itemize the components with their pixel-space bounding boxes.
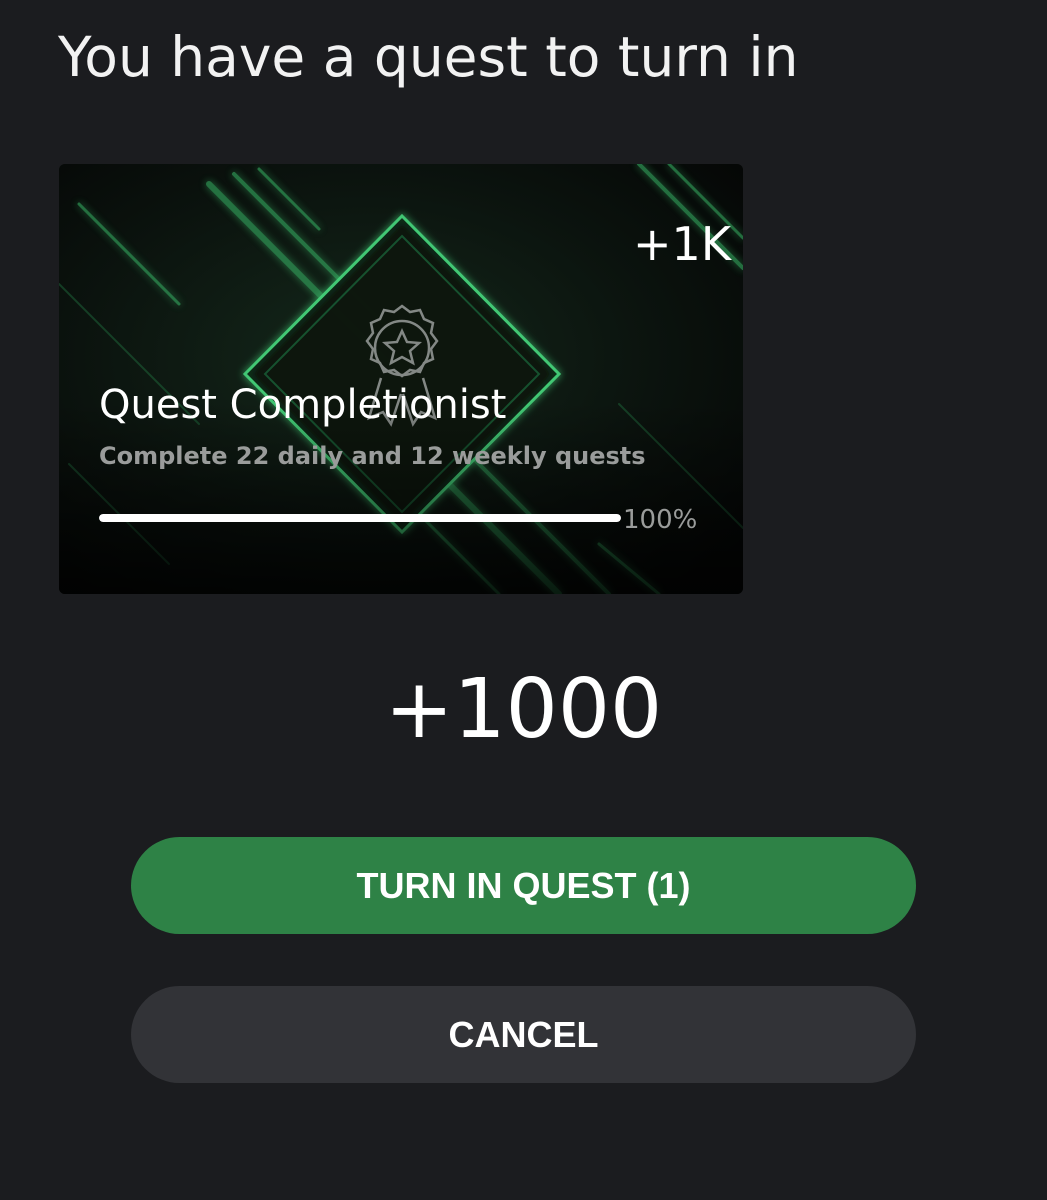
reward-amount: +1000	[384, 662, 663, 757]
progress-bar	[99, 514, 621, 522]
reward-badge: +1K	[633, 217, 731, 271]
page-title: You have a quest to turn in	[58, 25, 799, 89]
quest-name: Quest Completionist	[99, 382, 507, 428]
quest-card[interactable]: +1K Quest Completionist Complete 22 dail…	[59, 164, 743, 594]
cancel-button[interactable]: CANCEL	[131, 986, 916, 1083]
progress-bar-fill	[99, 514, 621, 522]
quest-description: Complete 22 daily and 12 weekly quests	[99, 442, 646, 470]
turn-in-quest-button[interactable]: TURN IN QUEST (1)	[131, 837, 916, 934]
progress-label: 100%	[623, 505, 698, 535]
